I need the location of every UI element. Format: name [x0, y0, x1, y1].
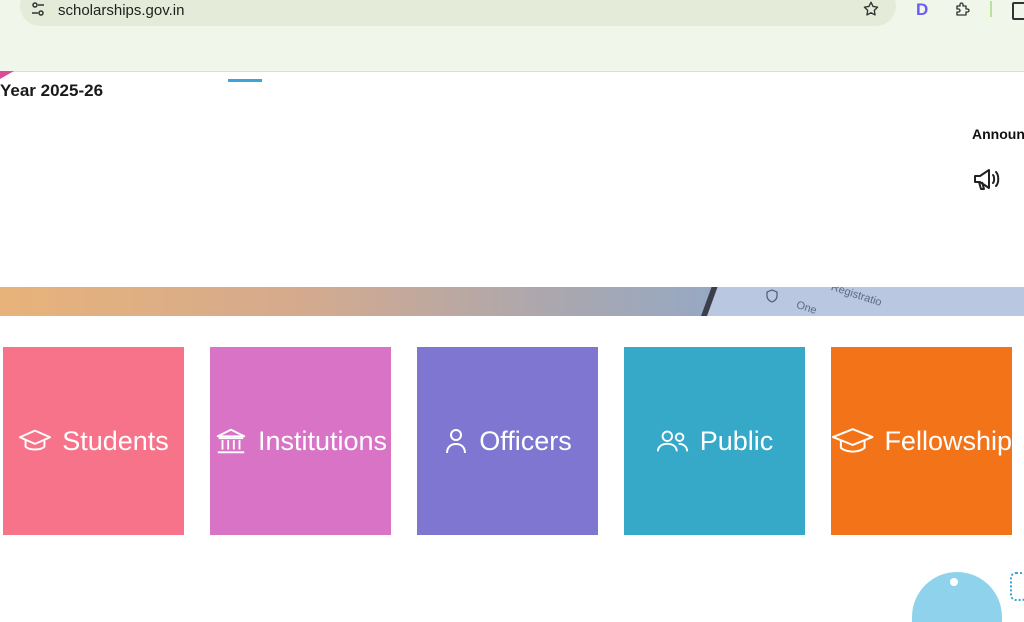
toolbar-separator: [990, 1, 992, 17]
active-nav-indicator: [228, 79, 262, 82]
browser-toolbar: scholarships.gov.in D: [0, 0, 1024, 72]
tile-label: Officers: [479, 425, 572, 456]
tile-label: Students: [62, 425, 169, 456]
shield-icon: [766, 289, 778, 303]
tile-label: Institutions: [257, 425, 388, 456]
bookmark-star-icon[interactable]: [862, 0, 880, 18]
tile-students[interactable]: Students: [3, 347, 184, 535]
url-text[interactable]: scholarships.gov.in: [58, 2, 184, 19]
bank-building-icon: [216, 428, 246, 454]
graduation-cap-icon: [831, 428, 874, 453]
announcements-title: Announ: [972, 126, 1024, 142]
extension-d-icon[interactable]: D: [916, 0, 928, 20]
users-icon: [656, 430, 688, 452]
tab-search-icon[interactable]: [1012, 2, 1024, 20]
tile-institutions[interactable]: Institutions: [210, 347, 391, 535]
academic-year-label: Year 2025-26: [0, 81, 104, 100]
hero-banner: Registratio One: [0, 287, 1024, 316]
site-settings-icon[interactable]: [30, 1, 46, 17]
tile-label: Fellowship: [884, 425, 1012, 456]
megaphone-icon: [974, 169, 1000, 190]
site-logo-fragment: [0, 71, 14, 79]
tile-fellowship[interactable]: Fellowship: [831, 347, 1012, 535]
tile-officers[interactable]: Officers: [417, 347, 598, 535]
chatbot-eye: [950, 578, 958, 586]
tile-public[interactable]: Public: [624, 347, 805, 535]
extensions-puzzle-icon[interactable]: [954, 0, 972, 18]
user-icon: [446, 429, 467, 454]
tile-label: Public: [699, 425, 774, 456]
graduation-cap-icon: [19, 429, 52, 451]
